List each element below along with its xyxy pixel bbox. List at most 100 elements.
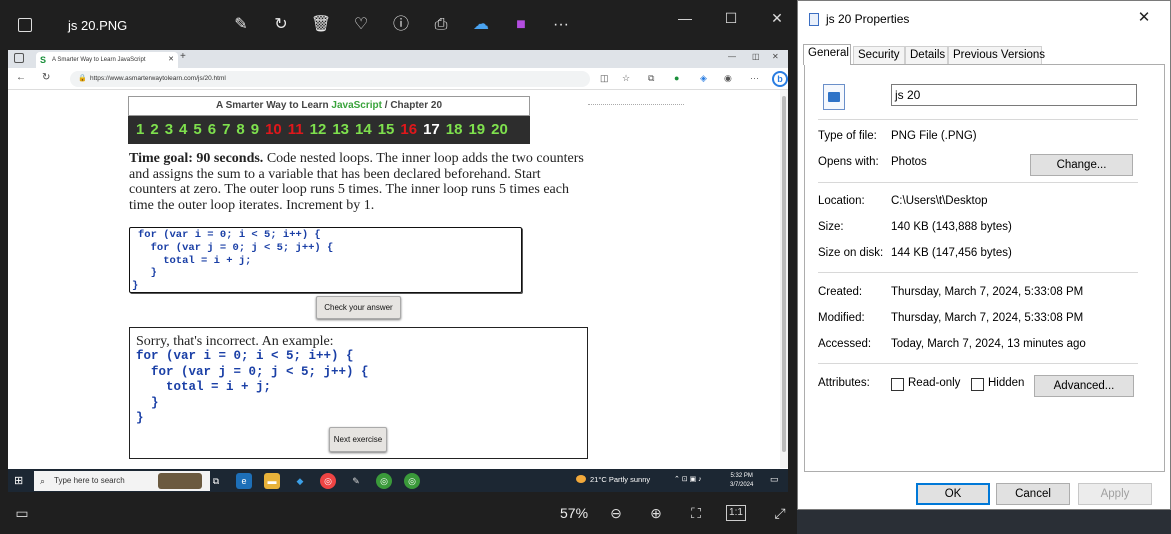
exercise-number-10[interactable]: 10 bbox=[265, 121, 282, 138]
exercise-number-1[interactable]: 1 bbox=[136, 121, 144, 138]
copilot-icon[interactable]: ◈ bbox=[700, 73, 707, 84]
exercise-number-14[interactable]: 14 bbox=[355, 121, 372, 138]
dialog-close-icon[interactable]: ✕ bbox=[1134, 8, 1154, 28]
tab-close-icon[interactable]: ✕ bbox=[168, 52, 174, 68]
new-tab-icon[interactable]: + bbox=[180, 51, 186, 62]
notification-icon[interactable]: ▭ bbox=[770, 474, 779, 485]
info-icon[interactable]: ⓘ bbox=[389, 13, 413, 37]
exercise-number-17[interactable]: 17 bbox=[423, 121, 440, 138]
url-field[interactable]: 🔒 https://www.asmarterwaytolearn.com/js/… bbox=[70, 71, 590, 87]
browser-close-icon[interactable]: ✕ bbox=[772, 52, 779, 61]
tab-security[interactable]: Security bbox=[853, 46, 905, 64]
zoom-in-icon[interactable]: ⊕ bbox=[646, 503, 666, 523]
system-tray-icons[interactable]: ⌃ ⊡ ▣ ♪ bbox=[674, 475, 702, 483]
browser-more-icon[interactable]: ··· bbox=[750, 73, 759, 83]
next-exercise-button[interactable]: Next exercise bbox=[329, 427, 387, 452]
split-screen-icon[interactable]: ◫ bbox=[600, 73, 609, 84]
taskbar-clock[interactable]: 5:32 PM 3/7/2024 bbox=[730, 472, 753, 490]
apply-button[interactable]: Apply bbox=[1078, 483, 1152, 505]
back-icon[interactable]: ← bbox=[16, 72, 26, 83]
more-icon[interactable]: ··· bbox=[549, 13, 573, 37]
exercise-number-2[interactable]: 2 bbox=[150, 121, 158, 138]
browser-tab[interactable]: S A Smarter Way to Learn JavaScript ✕ bbox=[36, 52, 178, 68]
exercise-number-12[interactable]: 12 bbox=[310, 121, 327, 138]
change-button[interactable]: Change... bbox=[1030, 154, 1133, 176]
file-explorer-icon[interactable]: ▬ bbox=[264, 473, 280, 489]
exercise-number-4[interactable]: 4 bbox=[179, 121, 187, 138]
favorites-icon[interactable]: ☆ bbox=[622, 73, 630, 84]
print-icon[interactable]: ⎙ bbox=[429, 13, 453, 37]
exercise-number-13[interactable]: 13 bbox=[332, 121, 349, 138]
user-code[interactable]: for (var i = 0; i < 5; i++) { for (var j… bbox=[130, 228, 521, 280]
readonly-checkbox[interactable] bbox=[891, 378, 904, 391]
task-view-icon[interactable]: ⧉ bbox=[208, 473, 224, 489]
start-icon[interactable]: ⊞ bbox=[14, 474, 23, 487]
profile-icon[interactable]: ◉ bbox=[724, 73, 732, 84]
result-panel: Sorry, that's incorrect. An example: for… bbox=[129, 327, 588, 459]
code-editor[interactable]: for (var i = 0; i < 5; i++) { for (var j… bbox=[129, 227, 522, 293]
edge-icon[interactable]: e bbox=[236, 473, 252, 489]
fit-to-window-icon[interactable]: ⛶ bbox=[686, 503, 706, 523]
chrome-profile-2-icon[interactable]: ◎ bbox=[404, 473, 420, 489]
weather-widget[interactable]: 21°C Partly sunny bbox=[576, 475, 650, 484]
accessed-value: Today, March 7, 2024, 13 minutes ago bbox=[891, 338, 1086, 350]
accessed-label: Accessed: bbox=[818, 338, 872, 350]
clock-time: 5:32 PM bbox=[730, 473, 753, 479]
paint-icon[interactable]: ✎ bbox=[348, 473, 364, 489]
weather-icon bbox=[576, 475, 586, 483]
separator bbox=[818, 182, 1138, 183]
collections-icon[interactable]: ⧉ bbox=[648, 73, 654, 84]
chrome-profile-icon[interactable]: ◎ bbox=[376, 473, 392, 489]
tab-general[interactable]: General bbox=[803, 44, 851, 65]
cancel-button[interactable]: Cancel bbox=[996, 483, 1070, 505]
close-button[interactable]: ✕ bbox=[762, 8, 792, 28]
exercise-number-11[interactable]: 11 bbox=[288, 121, 304, 138]
exercise-number-5[interactable]: 5 bbox=[193, 121, 201, 138]
check-answer-button[interactable]: Check your answer bbox=[316, 296, 401, 319]
tab-details[interactable]: Details bbox=[905, 46, 948, 64]
delete-icon[interactable]: 🗑 bbox=[309, 13, 333, 37]
photos-window: js 20.PNG ✎ ↻ 🗑 ♡ ⓘ ⎙ ☁ ■ ··· — ☐ ✕ S A … bbox=[0, 0, 797, 534]
exercise-number-16[interactable]: 16 bbox=[400, 121, 417, 138]
exercise-number-7[interactable]: 7 bbox=[222, 121, 230, 138]
exercise-number-9[interactable]: 9 bbox=[251, 121, 259, 138]
page-scrollbar[interactable] bbox=[780, 90, 788, 468]
extension-icon[interactable]: ● bbox=[674, 73, 679, 83]
rotate-icon[interactable]: ↻ bbox=[269, 13, 293, 37]
location-value: C:\Users\t\Desktop bbox=[891, 195, 988, 207]
minimize-button[interactable]: — bbox=[670, 8, 700, 28]
exercise-number-19[interactable]: 19 bbox=[468, 121, 485, 138]
hidden-checkbox[interactable] bbox=[971, 378, 984, 391]
size-value: 140 KB (143,888 bytes) bbox=[891, 221, 1012, 233]
clipchamp-icon[interactable]: ■ bbox=[509, 13, 533, 37]
exercise-number-15[interactable]: 15 bbox=[378, 121, 395, 138]
actual-size-icon[interactable]: 1:1 bbox=[726, 505, 746, 521]
exercise-number-3[interactable]: 3 bbox=[165, 121, 173, 138]
file-name-field[interactable]: js 20 bbox=[891, 84, 1137, 106]
attributes-label: Attributes: bbox=[818, 377, 870, 389]
exercise-number-6[interactable]: 6 bbox=[208, 121, 216, 138]
taskbar-news-image[interactable] bbox=[158, 473, 202, 489]
browser-menu-icon[interactable] bbox=[14, 53, 24, 63]
maximize-button[interactable]: ☐ bbox=[716, 8, 746, 28]
exercise-number-8[interactable]: 8 bbox=[236, 121, 244, 138]
scroll-thumb[interactable] bbox=[782, 96, 786, 452]
ok-button[interactable]: OK bbox=[916, 483, 990, 505]
favorite-icon[interactable]: ♡ bbox=[349, 13, 373, 37]
bing-icon[interactable]: b bbox=[772, 71, 788, 87]
exercise-number-20[interactable]: 20 bbox=[491, 121, 508, 138]
browser-minimize-icon[interactable]: — bbox=[728, 52, 736, 61]
browser-restore-icon[interactable]: ◫ bbox=[752, 52, 760, 61]
advanced-button[interactable]: Advanced... bbox=[1034, 375, 1134, 397]
edit-icon[interactable]: ✎ bbox=[229, 13, 253, 37]
fullscreen-icon[interactable]: ⤢ bbox=[770, 503, 790, 523]
tab-previous-versions[interactable]: Previous Versions bbox=[948, 46, 1045, 64]
weather-text: 21°C Partly sunny bbox=[590, 475, 651, 484]
exercise-number-18[interactable]: 18 bbox=[446, 121, 463, 138]
store-icon[interactable]: ◆ bbox=[292, 473, 308, 489]
chrome-icon[interactable]: ◎ bbox=[320, 473, 336, 489]
onedrive-icon[interactable]: ☁ bbox=[469, 13, 493, 37]
refresh-icon[interactable]: ↻ bbox=[42, 72, 50, 83]
filmstrip-icon[interactable]: ▭ bbox=[12, 503, 32, 523]
zoom-out-icon[interactable]: ⊖ bbox=[606, 503, 626, 523]
